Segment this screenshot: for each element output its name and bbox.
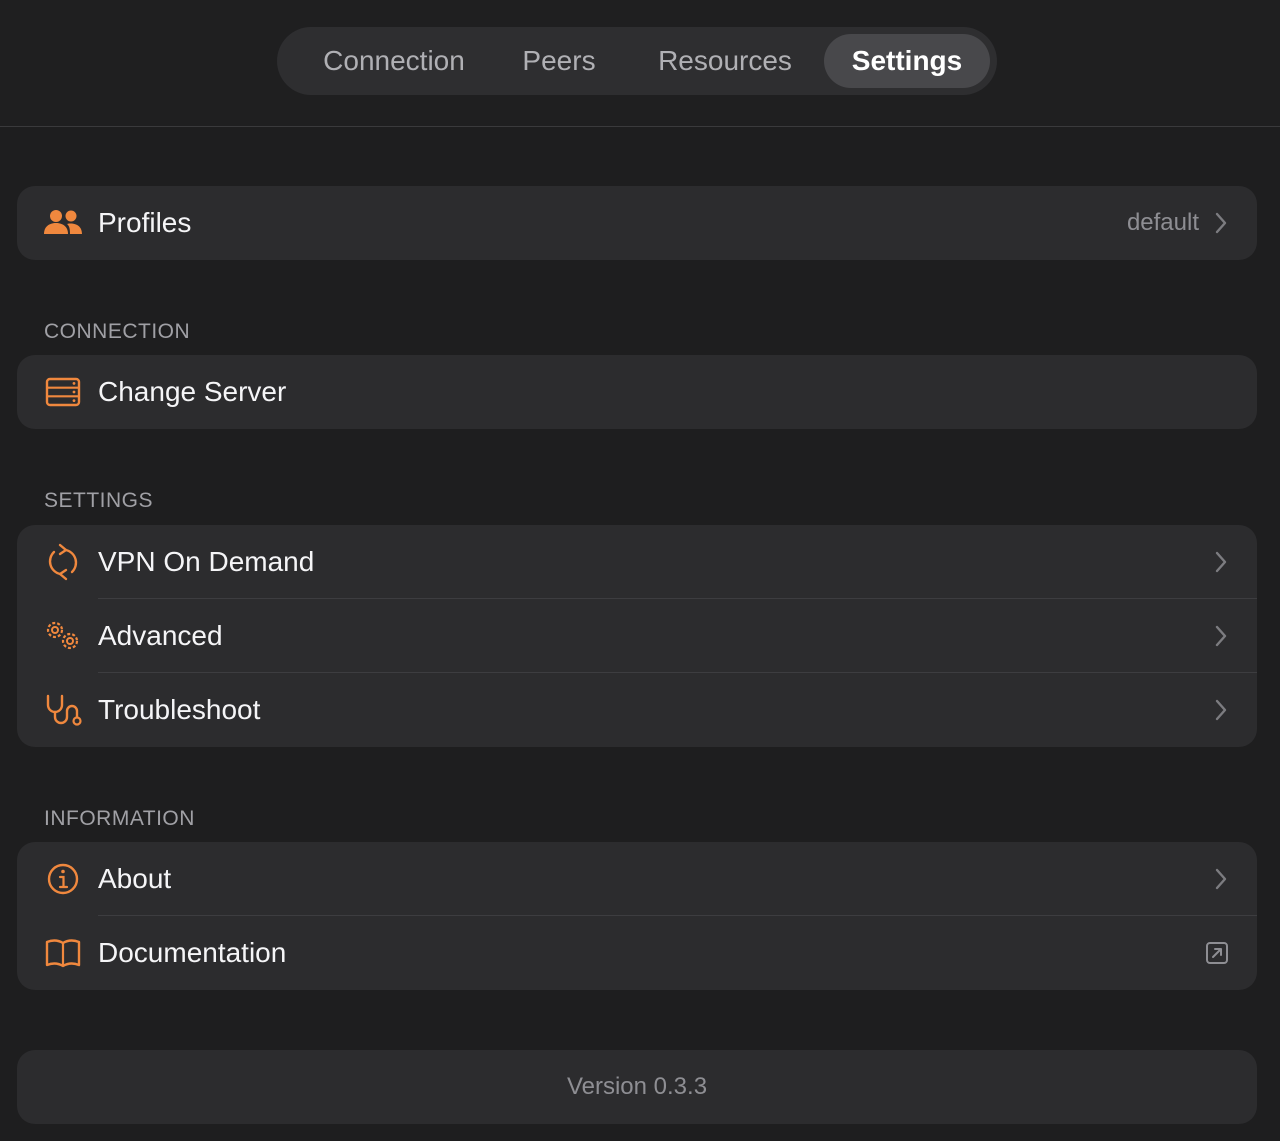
gears-icon <box>43 617 83 655</box>
people-icon <box>43 204 83 242</box>
book-icon <box>43 934 83 972</box>
advanced-row[interactable]: Advanced <box>17 599 1257 673</box>
information-group: About Documentation <box>17 842 1257 990</box>
change-server-row[interactable]: Change Server <box>17 355 1257 429</box>
tab-settings[interactable]: Settings <box>824 34 990 88</box>
server-icon <box>43 373 83 411</box>
profiles-group: Profiles default <box>17 186 1257 260</box>
advanced-label: Advanced <box>98 620 223 651</box>
section-title-settings: SETTINGS <box>44 489 154 512</box>
profiles-row[interactable]: Profiles default <box>17 186 1257 260</box>
top-bar: Connection Peers Resources Settings <box>0 0 1280 127</box>
info-icon <box>43 860 83 898</box>
vpn-on-demand-row[interactable]: VPN On Demand <box>17 525 1257 599</box>
section-title-connection: CONNECTION <box>44 320 191 343</box>
documentation-label: Documentation <box>98 937 287 968</box>
change-server-label: Change Server <box>98 376 287 407</box>
vpn-on-demand-label: VPN On Demand <box>98 546 315 577</box>
section-title-information: INFORMATION <box>44 807 195 830</box>
troubleshoot-label: Troubleshoot <box>98 694 261 725</box>
version-label: Version 0.3.3 <box>17 1050 1257 1124</box>
chevron-right-icon <box>1215 868 1227 890</box>
about-row[interactable]: About <box>17 842 1257 916</box>
chevron-right-icon <box>1215 699 1227 721</box>
profiles-value: default <box>1126 209 1199 236</box>
connection-group: Change Server <box>17 355 1257 429</box>
chevron-right-icon <box>1215 212 1227 234</box>
tab-resources[interactable]: Resources <box>635 34 815 88</box>
profiles-label: Profiles <box>98 207 192 238</box>
stethoscope-icon <box>43 691 83 729</box>
external-link-icon <box>1206 942 1228 964</box>
troubleshoot-row[interactable]: Troubleshoot <box>17 673 1257 747</box>
tab-connection[interactable]: Connection <box>299 34 489 88</box>
chevron-right-icon <box>1215 625 1227 647</box>
tab-peers[interactable]: Peers <box>505 34 613 88</box>
chevron-right-icon <box>1215 551 1227 573</box>
settings-group: VPN On Demand Advanced Troubleshoot <box>17 525 1257 747</box>
tab-bar: Connection Peers Resources Settings <box>277 27 997 95</box>
about-label: About <box>98 863 172 894</box>
refresh-icon <box>43 543 83 581</box>
documentation-row[interactable]: Documentation <box>17 916 1257 990</box>
